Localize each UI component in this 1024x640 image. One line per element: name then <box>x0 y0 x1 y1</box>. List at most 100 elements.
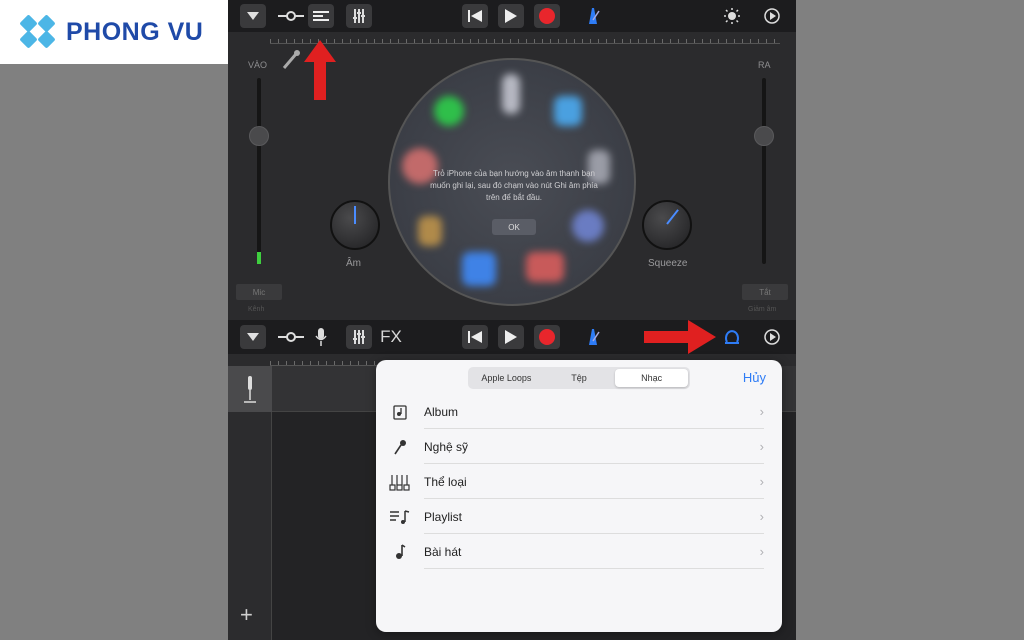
sliders-icon <box>353 330 365 344</box>
blurred-app-icon <box>462 252 496 286</box>
microphone-icon <box>376 439 424 455</box>
tracks-view-button[interactable] <box>308 4 334 28</box>
play-icon <box>505 330 517 344</box>
metronome-button[interactable] <box>580 4 606 28</box>
squeeze-knob-label: Squeeze <box>648 258 688 269</box>
chevron-right-icon: › <box>759 544 764 559</box>
tone-knob-label: Âm <box>346 258 361 269</box>
record-button[interactable] <box>534 4 560 28</box>
settings-button[interactable] <box>720 4 744 28</box>
track-header-audio-recorder[interactable] <box>228 366 272 412</box>
cable-icon <box>278 332 304 342</box>
add-track-button[interactable]: + <box>240 602 253 628</box>
play-button[interactable] <box>498 4 524 28</box>
rewind-button[interactable] <box>462 4 488 28</box>
list-item-artist[interactable]: Nghệ sỹ › <box>376 429 782 464</box>
music-note-icon <box>376 543 424 560</box>
metronome-icon <box>589 329 600 345</box>
play-button[interactable] <box>498 325 524 349</box>
tracks-view-icon <box>313 11 329 21</box>
tab-music[interactable]: Nhạc <box>615 369 689 387</box>
list-item-label: Nghệ sỹ <box>424 439 469 454</box>
record-icon <box>539 329 555 345</box>
track-headers: + <box>228 366 272 640</box>
channel-label: Kênh <box>248 306 265 313</box>
chevron-right-icon: › <box>759 404 764 419</box>
knob-indicator <box>666 209 679 225</box>
logo-text: PHONG VU <box>66 17 204 46</box>
list-item-label: Bài hát <box>424 544 462 559</box>
divider <box>424 568 764 569</box>
album-icon <box>376 404 424 420</box>
microphone-button[interactable] <box>310 325 332 349</box>
phongvu-logo: PHONG VU <box>0 0 236 64</box>
tracks-dropdown-button[interactable] <box>240 325 266 349</box>
squeeze-knob[interactable] <box>642 200 692 250</box>
rewind-button[interactable] <box>462 325 488 349</box>
genre-icon <box>376 473 424 491</box>
chevron-right-icon: › <box>759 474 764 489</box>
triangle-down-icon <box>247 12 259 20</box>
recording-tip-message: Trỏ iPhone của bạn hướng vào âm thanh bạ… <box>430 169 598 202</box>
tracks-dropdown-button[interactable] <box>240 4 266 28</box>
music-category-list: Album › Nghệ sỹ › Thể loại › Playlist › … <box>376 394 782 569</box>
metronome-icon <box>589 8 600 24</box>
input-slider-thumb[interactable] <box>249 126 269 146</box>
play-icon <box>505 9 517 23</box>
sun-icon <box>724 8 740 24</box>
instrument-view-button[interactable] <box>278 325 304 349</box>
input-level-meter <box>257 252 261 264</box>
playlist-icon <box>376 509 424 525</box>
tone-knob[interactable] <box>330 200 380 250</box>
cable-icon <box>278 11 304 21</box>
top-toolbar <box>228 0 796 32</box>
instrument-view-button[interactable] <box>278 4 304 28</box>
input-level-label: VÀO <box>248 60 268 70</box>
annotation-arrow-right-icon <box>644 320 716 354</box>
logo-mark-icon <box>19 13 58 51</box>
gear-icon <box>764 8 780 24</box>
list-item-genre[interactable]: Thể loại › <box>376 464 782 499</box>
tip-ok-button[interactable]: OK <box>492 219 536 235</box>
metronome-button[interactable] <box>580 325 606 349</box>
blurred-app-icon <box>526 252 564 282</box>
cancel-button[interactable]: Hủy <box>743 370 766 385</box>
song-settings-button[interactable] <box>760 4 784 28</box>
list-item-label: Playlist <box>424 509 463 524</box>
browser-tabs: Apple Loops Tệp Nhạc <box>468 367 690 389</box>
chevron-right-icon: › <box>759 439 764 454</box>
blurred-app-icon <box>434 96 464 126</box>
input-level-slider[interactable] <box>257 78 261 264</box>
record-icon <box>539 8 555 24</box>
record-button[interactable] <box>534 325 560 349</box>
output-slider-thumb[interactable] <box>754 126 774 146</box>
mic-button[interactable]: Mic <box>236 284 282 300</box>
chevron-right-icon: › <box>759 509 764 524</box>
tab-apple-loops[interactable]: Apple Loops <box>470 369 543 387</box>
list-item-playlist[interactable]: Playlist › <box>376 499 782 534</box>
media-browser-popover: Apple Loops Tệp Nhạc Hủy Album › Nghệ sỹ… <box>376 360 782 632</box>
mixer-button[interactable] <box>346 4 372 28</box>
mixer-button[interactable] <box>346 325 372 349</box>
blurred-app-icon <box>418 216 442 246</box>
rewind-icon <box>468 10 482 22</box>
noise-gate-toggle[interactable]: Tắt <box>742 284 788 300</box>
annotation-arrow-up-icon <box>304 40 336 100</box>
loop-browser-button[interactable] <box>720 325 744 349</box>
blurred-app-icon <box>502 74 520 114</box>
list-item-label: Thể loại <box>424 474 467 489</box>
knob-indicator <box>354 206 356 224</box>
list-item-songs[interactable]: Bài hát › <box>376 534 782 569</box>
list-item-label: Album <box>424 404 459 419</box>
list-item-album[interactable]: Album › <box>376 394 782 429</box>
fx-button[interactable]: FX <box>378 325 404 349</box>
output-level-slider[interactable] <box>762 78 766 264</box>
rewind-icon <box>468 331 482 343</box>
microphone-stand-icon <box>244 376 256 403</box>
tab-files[interactable]: Tệp <box>543 369 616 387</box>
sliders-icon <box>353 9 365 23</box>
timeline-ruler-top[interactable] <box>270 32 780 44</box>
song-settings-button[interactable] <box>760 325 784 349</box>
guitar-plug-icon <box>282 50 300 69</box>
output-level-label: RA <box>758 60 771 70</box>
